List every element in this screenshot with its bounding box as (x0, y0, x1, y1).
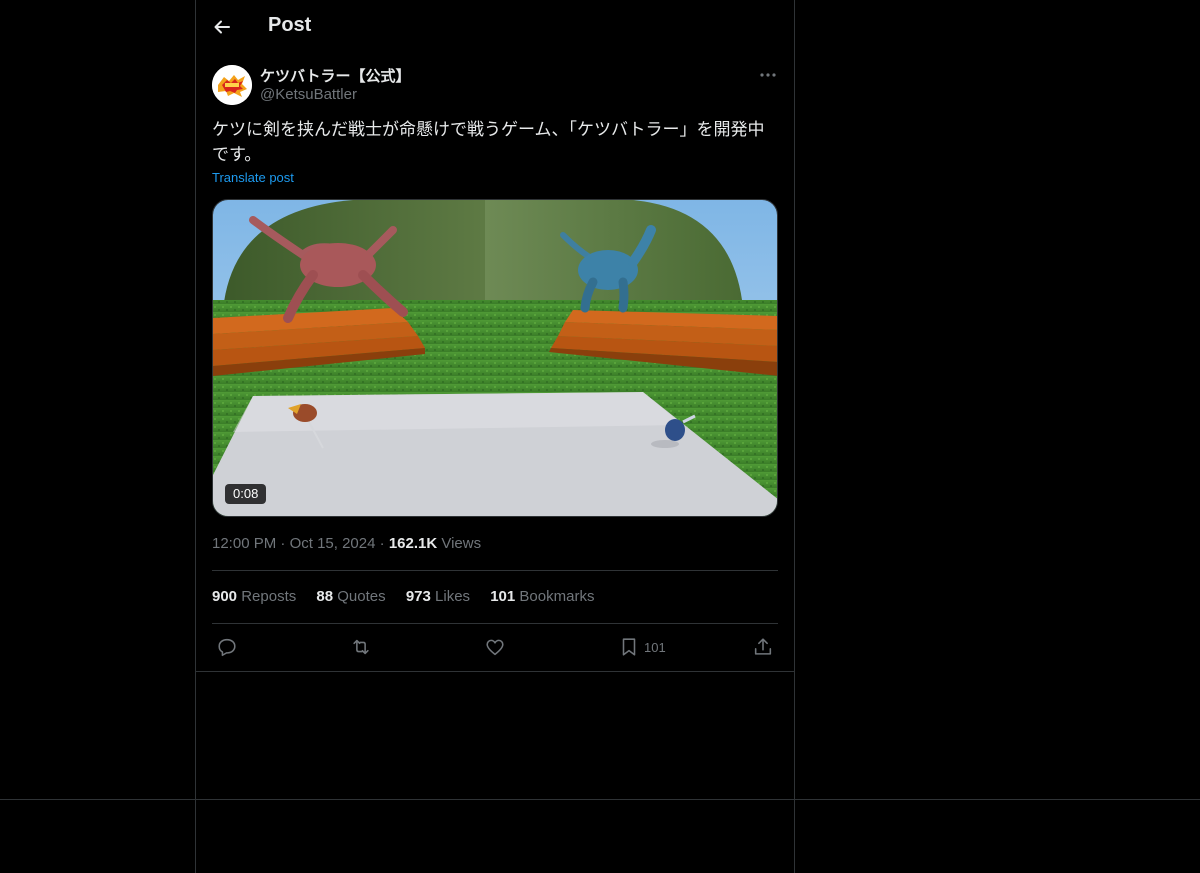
reposts-stat[interactable]: 900 Reposts (212, 588, 296, 605)
meta-dot: · (379, 535, 385, 552)
translate-post-link[interactable]: Translate post (212, 170, 294, 185)
video-duration-badge: 0:08 (225, 484, 267, 504)
post-header: Post (196, 0, 794, 54)
author-handle[interactable]: @KetsuBattler (260, 86, 357, 103)
post-meta: 12:00 PM · Oct 15, 2024 · 162.1K Views (212, 535, 481, 552)
back-button[interactable] (212, 17, 232, 37)
reposts-label: Reposts (241, 588, 297, 605)
post-text: ケツに剣を挟んだ戦士が命懸けで戦うゲーム、「ケツバトラー」を開発中です。 (212, 120, 765, 165)
divider (212, 570, 778, 571)
bottom-divider (0, 799, 1200, 800)
post-time[interactable]: 12:00 PM (212, 535, 276, 552)
back-arrow-icon (214, 20, 230, 34)
more-dots-icon (760, 73, 776, 77)
repost-button[interactable] (350, 636, 372, 658)
likes-count: 973 (405, 588, 431, 605)
quotes-count: 88 (316, 588, 334, 605)
views-label: Views (441, 535, 482, 552)
engagement-stats: 900 Reposts 88 Quotes 973 Likes 101 Book… (212, 588, 610, 605)
column-divider-left (195, 0, 196, 873)
meta-dot: · (280, 535, 286, 552)
author-name[interactable]: ケツバトラー【公式】 (260, 65, 410, 86)
more-options-button[interactable] (757, 66, 779, 84)
likes-stat[interactable]: 973 Likes (406, 588, 470, 605)
avatar[interactable] (212, 65, 252, 105)
bookmark-count: 101 (644, 639, 666, 655)
post-date[interactable]: Oct 15, 2024 (290, 535, 376, 552)
page: Post ケツバトラー【公式】 @KetsuBattler ケツに剣を挟んだ戦士… (0, 0, 1200, 873)
bookmarks-label: Bookmarks (519, 588, 595, 605)
share-icon (754, 638, 772, 655)
repost-icon (353, 639, 369, 655)
quotes-label: Quotes (337, 588, 386, 605)
column-divider-right (794, 0, 795, 873)
post-divider (196, 671, 794, 672)
video-thumbnail (213, 200, 777, 516)
reply-button[interactable] (216, 636, 238, 658)
page-title: Post (268, 14, 312, 36)
quotes-stat[interactable]: 88 Quotes (316, 588, 385, 605)
heart-icon (486, 639, 504, 656)
bookmark-button[interactable]: 101 (618, 636, 666, 658)
share-button[interactable] (752, 636, 774, 658)
reply-icon (218, 638, 236, 657)
like-button[interactable] (484, 636, 506, 658)
bookmarks-count: 101 (490, 588, 516, 605)
divider (212, 623, 778, 624)
bookmarks-stat[interactable]: 101 Bookmarks (490, 588, 594, 605)
video-player[interactable] (212, 199, 778, 517)
bookmark-icon (622, 638, 636, 656)
ketsubattler-logo-icon (212, 65, 252, 105)
reposts-count: 900 (212, 588, 238, 605)
likes-label: Likes (435, 588, 471, 605)
views-count: 162.1K (388, 535, 438, 552)
